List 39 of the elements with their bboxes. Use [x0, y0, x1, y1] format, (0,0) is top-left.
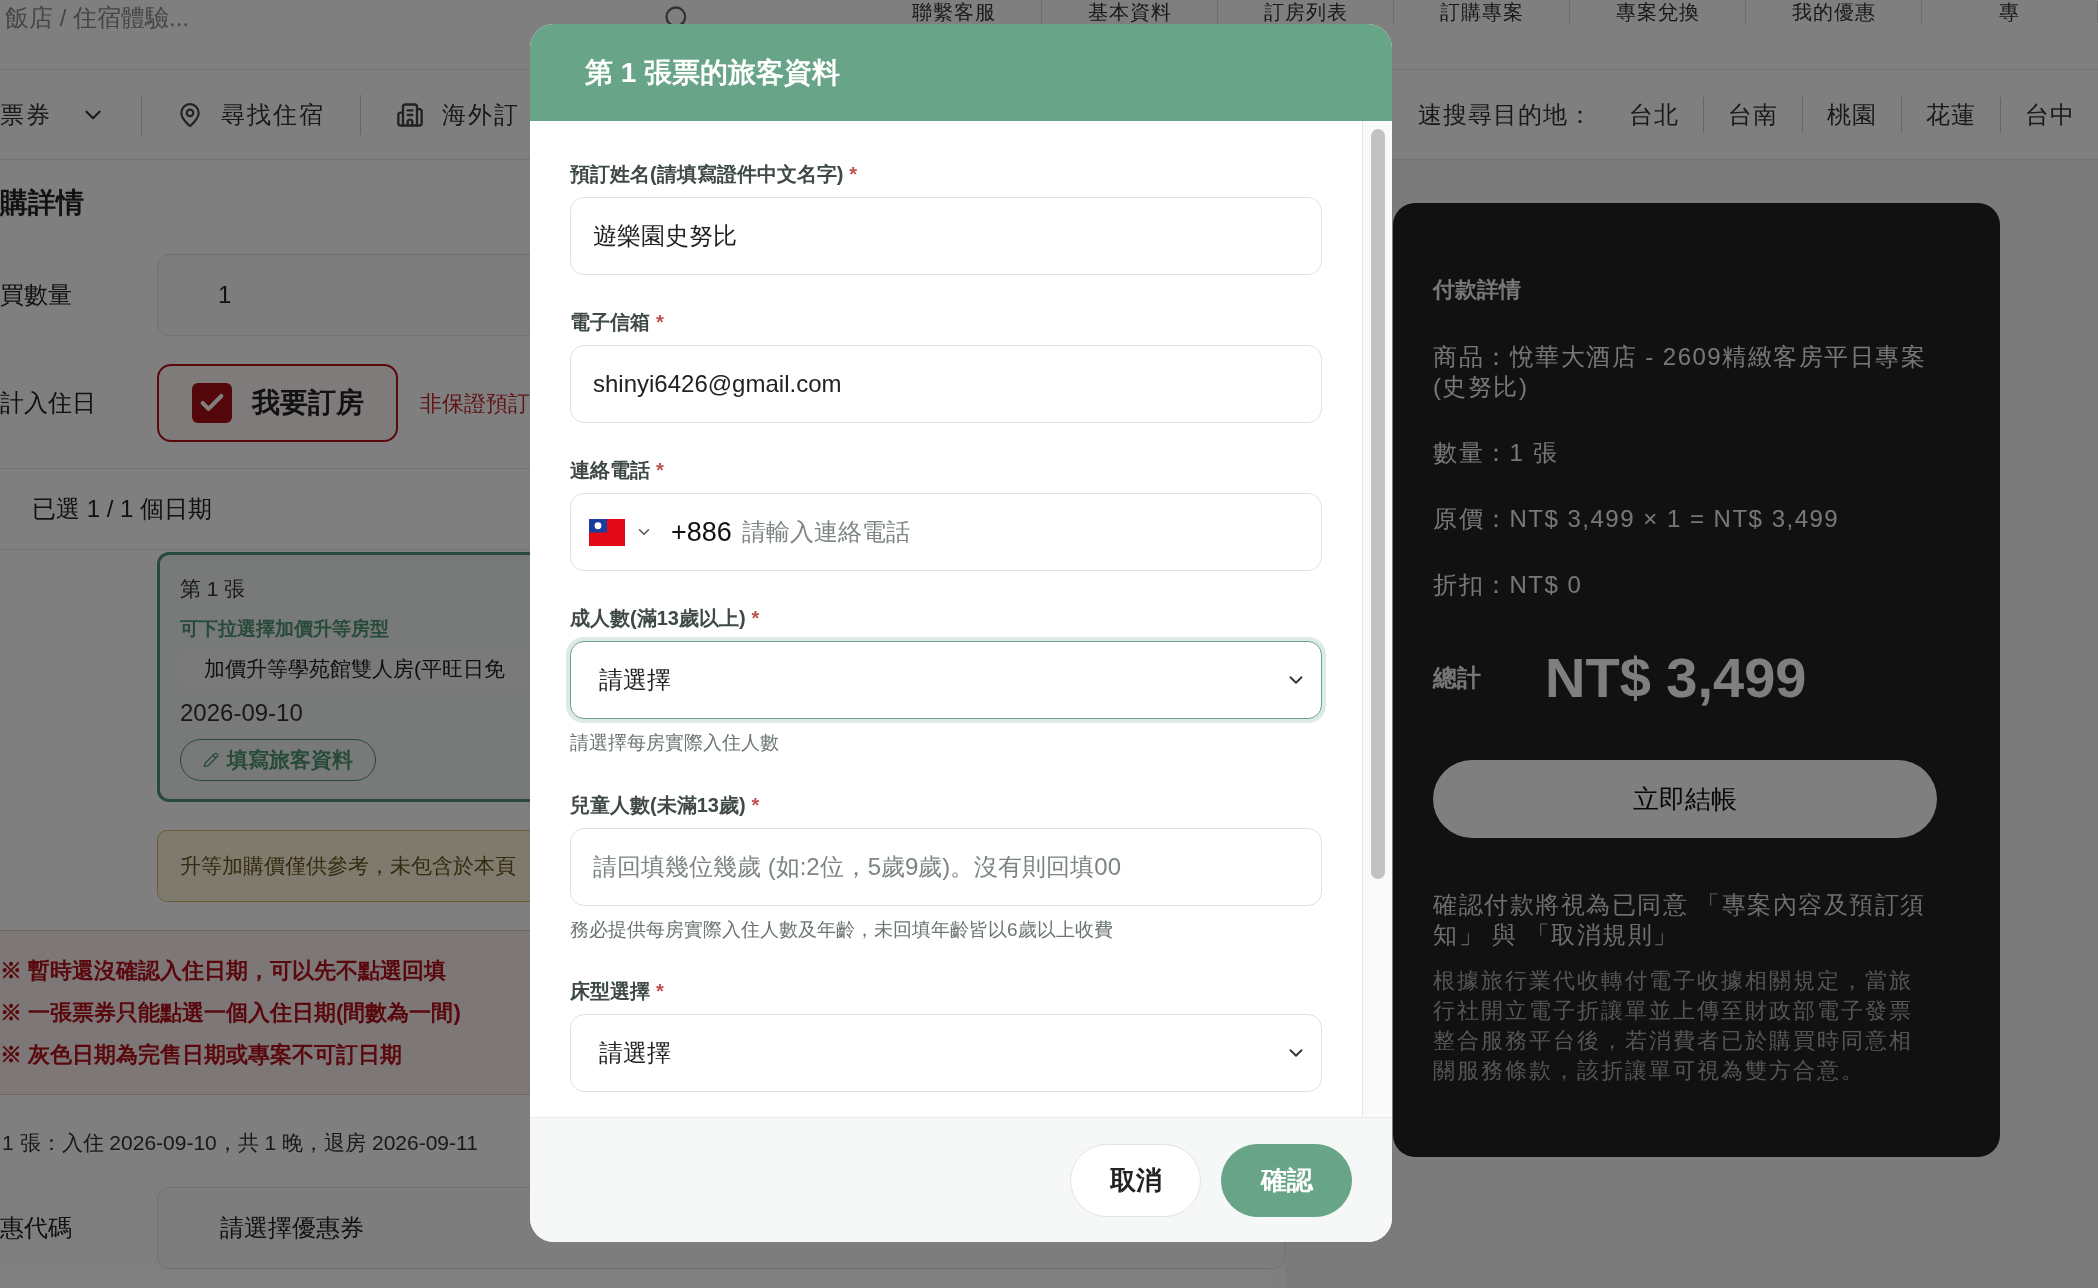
note-text: 非保證預訂: [420, 389, 530, 418]
stay-summary: 1 張：入住 2026-09-10，共 1 晚，退房 2026-09-11: [2, 1130, 479, 1156]
payment-line: 折扣：NT$ 0: [1433, 570, 1584, 600]
required-mark: *: [849, 162, 858, 187]
ticket-date: 2026-09-10: [180, 698, 303, 728]
section-title: 購詳情: [0, 186, 85, 220]
payment-title: 付款詳情: [1433, 276, 1522, 304]
field-label: 床型選擇: [570, 979, 650, 1004]
required-mark: *: [656, 458, 664, 483]
legal-text: 根據旅行業代收轉付電子收據相關規定，當旅行社開立電子折讓單並上傳至財政部電子發票整合服務平台後，若消費者已於購買時同意相關服務條款，該折讓單可視為雙方合意。: [1433, 967, 1914, 1085]
payment-line: 原價：NT$ 3,499 × 1 = NT$ 3,499: [1433, 504, 1841, 534]
selected-dates-text: 已選 1 / 1 個日期: [32, 495, 213, 522]
payment-line: 商品：悅華大酒店 - 2609精緻客房平日專案 (史努比): [1433, 342, 1928, 402]
required-mark: *: [751, 792, 760, 818]
country-code: +886: [671, 515, 732, 549]
field-label: 電子信箱: [570, 310, 650, 335]
field-label: 預訂姓名(請填寫證件中文名字): [570, 162, 844, 187]
dialog-title: 第 1 張票的旅客資料: [585, 55, 841, 90]
row-label: 計入住日: [0, 388, 97, 418]
required-mark: *: [656, 310, 664, 335]
upgrade-label: 可下拉選擇加價升等房型: [180, 616, 389, 641]
required-mark: *: [656, 979, 664, 1004]
ticket-title: 第 1 張: [180, 576, 246, 602]
notice-text: ※ 一張票券只能點選一個入住日期(間數為一間): [0, 998, 461, 1027]
field-label: 兒童人數(未滿13歲): [570, 792, 746, 818]
total-amount: NT$ 3,499: [1545, 645, 1807, 711]
field-label: 連絡電話: [570, 458, 650, 483]
field-label: 成人數(滿13歲以上): [570, 606, 746, 631]
field-hint: 請選擇每房實際入住人數: [570, 731, 780, 755]
row-label: 買數量: [0, 280, 73, 310]
agreement-text: 確認付款將視為已同意 「專案內容及預訂須知」 與 「取消規則」: [1433, 890, 1927, 950]
notice-text: ※ 灰色日期為完售日期或專案不可訂日期: [0, 1040, 403, 1069]
row-label: 惠代碼: [0, 1212, 73, 1243]
quick-search-label: 速搜尋目的地：: [1418, 99, 1593, 130]
payment-line: 數量：1 張: [1433, 438, 1559, 468]
total-label: 總計: [1433, 663, 1482, 693]
notice-text: ※ 暫時還沒確認入住日期，可以先不點選回填: [0, 956, 447, 985]
field-hint: 務必提供每房實際入住人數及年齡，未回填年齡皆以6歲以上收費: [570, 917, 1114, 942]
required-mark: *: [751, 606, 760, 631]
